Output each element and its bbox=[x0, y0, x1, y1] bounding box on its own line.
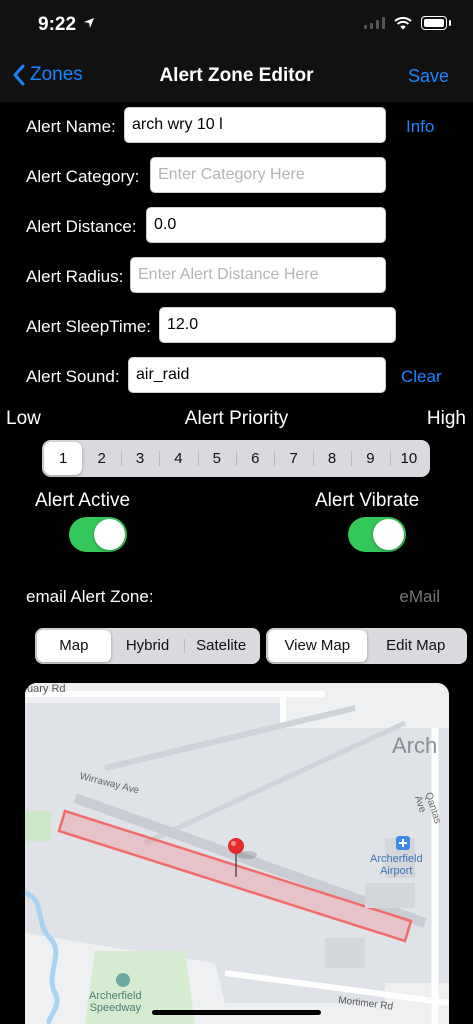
alert-category-field[interactable]: Enter Category Here bbox=[150, 157, 386, 193]
home-indicator bbox=[152, 1010, 321, 1015]
status-time: 9:22 bbox=[38, 14, 95, 36]
alert-active-label: Alert Active bbox=[35, 490, 131, 511]
map-road-label: uary Rd bbox=[27, 683, 66, 695]
map-airport-label: Archerfield Airport bbox=[370, 853, 423, 877]
priority-option[interactable]: 6 bbox=[236, 442, 274, 475]
priority-option[interactable]: 3 bbox=[120, 442, 159, 475]
save-button[interactable]: Save bbox=[408, 66, 449, 87]
wifi-icon bbox=[394, 16, 412, 29]
alert-distance-field[interactable]: 0.0 bbox=[146, 207, 386, 243]
page-title: Alert Zone Editor bbox=[159, 65, 314, 86]
status-indicators bbox=[364, 16, 451, 30]
email-field[interactable]: eMail bbox=[399, 587, 440, 607]
map-mode-option-edit[interactable]: Edit Map bbox=[367, 630, 466, 662]
info-button[interactable]: Info bbox=[406, 117, 434, 137]
priority-option[interactable]: 9 bbox=[351, 442, 389, 475]
alert-name-label: Alert Name: bbox=[26, 117, 116, 136]
email-label: email Alert Zone: bbox=[26, 587, 154, 606]
map-pin-icon bbox=[228, 838, 244, 854]
location-arrow-icon bbox=[84, 18, 95, 28]
alert-sound-label: Alert Sound: bbox=[26, 367, 120, 386]
priority-option[interactable]: 2 bbox=[82, 442, 120, 475]
map-type-segmented-control: Map Hybrid Satelite bbox=[35, 628, 260, 664]
priority-option[interactable]: 1 bbox=[44, 442, 83, 475]
map-type-option-hybrid[interactable]: Hybrid bbox=[111, 630, 185, 662]
alert-category-label: Alert Category: bbox=[26, 167, 140, 186]
map-town-label: Arch bbox=[392, 733, 438, 758]
map-view[interactable]: uary Rd Wirraway Ave Arch Qantas Ave Arc… bbox=[25, 683, 449, 1024]
alert-distance-label: Alert Distance: bbox=[26, 217, 137, 236]
map-type-option-map[interactable]: Map bbox=[37, 630, 111, 662]
priority-option[interactable]: 10 bbox=[389, 442, 428, 475]
map-mode-option-view[interactable]: View Map bbox=[268, 630, 367, 662]
speedway-icon bbox=[116, 973, 130, 987]
priority-title: Alert Priority bbox=[184, 408, 289, 429]
alert-sleeptime-label: Alert SleepTime: bbox=[26, 317, 152, 336]
alert-name-field[interactable]: arch wry 10 l bbox=[124, 107, 386, 143]
alert-vibrate-label: Alert Vibrate bbox=[315, 490, 420, 511]
alert-vibrate-toggle[interactable] bbox=[348, 517, 406, 552]
alert-active-toggle[interactable] bbox=[69, 517, 127, 552]
priority-option[interactable]: 4 bbox=[159, 442, 197, 475]
priority-option[interactable]: 5 bbox=[197, 442, 236, 475]
battery-icon bbox=[421, 16, 451, 30]
priority-high-label: High bbox=[426, 408, 466, 429]
map-type-option-satelite[interactable]: Satelite bbox=[184, 630, 258, 662]
alert-radius-field[interactable]: Enter Alert Distance Here bbox=[130, 257, 386, 293]
alert-sound-field[interactable]: air_raid bbox=[128, 357, 386, 393]
alert-sleeptime-field[interactable]: 12.0 bbox=[159, 307, 396, 343]
clear-sound-button[interactable]: Clear bbox=[401, 367, 442, 387]
priority-option[interactable]: 7 bbox=[274, 442, 312, 475]
map-speedway-label: Archerfield Speedway bbox=[89, 990, 142, 1014]
alert-radius-label: Alert Radius: bbox=[26, 267, 124, 286]
map-mode-segmented-control: View Map Edit Map bbox=[266, 628, 467, 664]
priority-segmented-control: 1 2 3 4 5 6 7 8 9 10 bbox=[42, 440, 430, 477]
cellular-signal-icon bbox=[364, 17, 385, 29]
priority-option[interactable]: 8 bbox=[312, 442, 351, 475]
